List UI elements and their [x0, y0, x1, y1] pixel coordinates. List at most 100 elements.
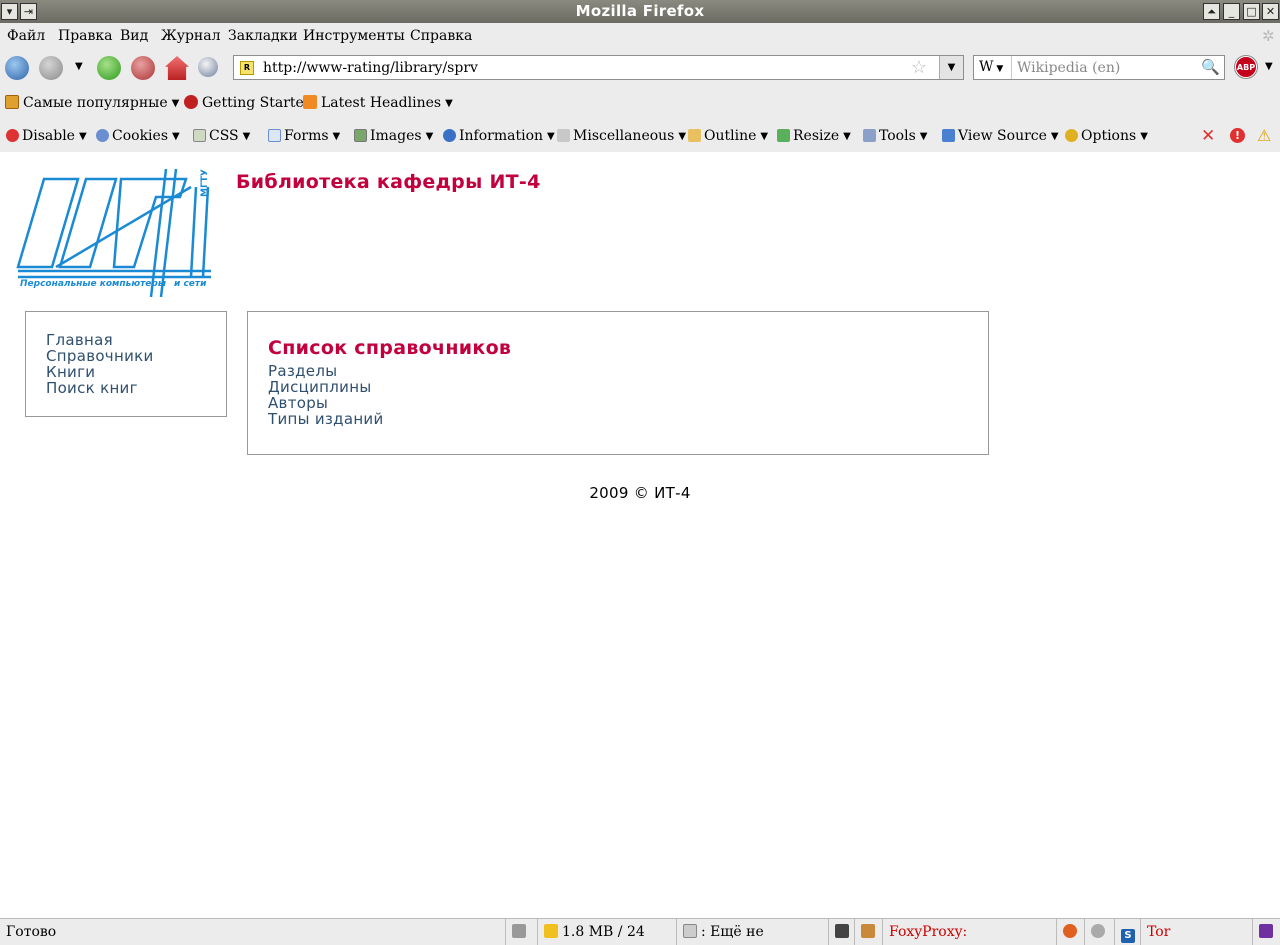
site-logo[interactable]: Персональные компьютеры и сети МГТУ	[16, 167, 216, 299]
search-icon[interactable]: 🔍	[1201, 58, 1220, 76]
outline-icon	[688, 129, 701, 142]
error-icon[interactable]: !	[1230, 128, 1245, 143]
wd-css[interactable]: CSS ▼	[193, 128, 250, 144]
options-icon	[1065, 129, 1078, 142]
status-icon-6[interactable]	[1252, 919, 1280, 945]
web-developer-toolbar: Disable ▼ Cookies ▼ CSS ▼ Forms ▼ Images ▼ In…	[0, 119, 1280, 152]
url-bar[interactable]: R http://www-rating/library/sprv ☆ ▼	[233, 55, 964, 80]
status-addon-icon[interactable]	[505, 919, 537, 945]
menu-tools[interactable]: Инструменты	[303, 28, 405, 44]
wd-forms[interactable]: Forms ▼	[268, 128, 340, 144]
warning-icon[interactable]: ⚠	[1257, 126, 1271, 145]
wd-resize[interactable]: Resize ▼	[777, 128, 851, 144]
bookmark-most-visited[interactable]: Самые популярные ▼	[5, 95, 179, 111]
adblock-dropdown-icon[interactable]: ▼	[1265, 61, 1273, 72]
disable-icon	[6, 129, 19, 142]
link-authors[interactable]: Авторы	[268, 395, 988, 411]
wd-cookies[interactable]: Cookies ▼	[96, 128, 180, 144]
nav-link-books[interactable]: Книги	[46, 364, 226, 380]
bookmarks-toolbar: Самые популярные ▼ Getting Started Latest…	[0, 87, 1280, 119]
search-engine-selector[interactable]: W ▼	[974, 56, 1012, 79]
foxyproxy-status[interactable]: FoxyProxy: Отключено	[882, 919, 1056, 945]
bookmark-latest-headlines[interactable]: Latest Headlines ▼	[303, 95, 453, 111]
information-icon	[443, 129, 456, 142]
wd-options[interactable]: Options ▼	[1065, 128, 1148, 144]
stop-icon[interactable]	[131, 56, 155, 80]
menu-view[interactable]: Вид	[120, 28, 148, 44]
wd-miscellaneous[interactable]: Miscellaneous ▼	[557, 128, 686, 144]
home-icon[interactable]	[165, 56, 189, 80]
page-content: Персональные компьютеры и сети МГТУ Библ…	[0, 152, 1280, 918]
noscript-icon	[1063, 924, 1077, 938]
logo-side-text: МГТУ	[200, 169, 210, 197]
wd-tools[interactable]: Tools ▼	[863, 128, 927, 144]
status-text: Готово	[6, 924, 57, 940]
wd-view-source[interactable]: View Source ▼	[942, 128, 1059, 144]
nav-link-book-search[interactable]: Поиск книг	[46, 380, 226, 396]
minimize-icon[interactable]: _	[1223, 3, 1240, 20]
menu-file[interactable]: Файл	[7, 28, 45, 44]
adblock-icon[interactable]: ABP	[1235, 56, 1257, 78]
status-icon-3[interactable]	[1056, 919, 1084, 945]
lightning-icon	[544, 924, 558, 938]
maximize-icon[interactable]: □	[1243, 3, 1260, 20]
status-icon-1[interactable]	[828, 919, 854, 945]
menu-edit[interactable]: Правка	[58, 28, 113, 44]
menu-bookmarks[interactable]: Закладки	[228, 28, 298, 44]
bookmark-getting-started[interactable]: Getting Started	[184, 95, 313, 111]
wd-disable[interactable]: Disable ▼	[6, 128, 87, 144]
url-text[interactable]: http://www-rating/library/sprv	[263, 60, 478, 76]
wd-outline[interactable]: Outline ▼	[688, 128, 768, 144]
close-toolbar-icon[interactable]: ✕	[1201, 126, 1215, 146]
navigation-toolbar: ▼ R http://www-rating/library/sprv ☆ ▼ W…	[0, 49, 1280, 87]
status-icon-5[interactable]: S	[1114, 919, 1140, 945]
nav-link-home[interactable]: Главная	[46, 332, 226, 348]
left-navigation: Главная Справочники Книги Поиск книг	[25, 311, 227, 417]
history-dropdown-icon[interactable]: ▼	[75, 61, 83, 72]
reload-icon[interactable]	[97, 56, 121, 80]
cylinder-icon	[683, 924, 697, 938]
camera-icon	[835, 924, 849, 938]
page-footer: 2009 © ИТ-4	[589, 484, 691, 502]
forms-icon	[268, 129, 281, 142]
site-favicon-icon: R	[240, 61, 254, 75]
firefox-icon	[184, 95, 198, 109]
folder-icon	[5, 95, 19, 109]
link-publication-types[interactable]: Типы изданий	[268, 411, 988, 427]
status-icon-4[interactable]	[1084, 919, 1114, 945]
wd-images[interactable]: Images ▼	[354, 128, 433, 144]
throbber-icon: ✲	[1262, 27, 1275, 45]
logo-caption-left: Персональные компьютеры	[20, 279, 166, 289]
resize-icon	[777, 129, 790, 142]
lock-icon	[512, 924, 526, 938]
status-icon-2[interactable]	[854, 919, 882, 945]
miscellaneous-icon	[557, 129, 570, 142]
link-disciplines[interactable]: Дисциплины	[268, 379, 988, 395]
status-bar: Готово 1.8 MB / 24 MB : Ещё не загружен …	[0, 918, 1280, 945]
cookies-icon	[96, 129, 109, 142]
wikipedia-icon: W	[979, 59, 994, 75]
nav-link-references[interactable]: Справочники	[46, 348, 226, 364]
tools-icon	[863, 129, 876, 142]
bookmark-star-icon[interactable]: ☆	[911, 57, 927, 78]
menu-history[interactable]: Журнал	[161, 28, 221, 44]
logo-caption-right: и сети	[174, 279, 207, 289]
url-dropdown-icon[interactable]: ▼	[939, 56, 963, 79]
memory-indicator[interactable]: 1.8 MB / 24 MB	[537, 919, 676, 945]
link-sections[interactable]: Разделы	[268, 363, 988, 379]
bug-icon	[861, 924, 875, 938]
s-icon: S	[1121, 929, 1135, 943]
close-icon[interactable]: ✕	[1262, 3, 1279, 20]
forward-icon[interactable]	[39, 56, 63, 80]
cache-status[interactable]: : Ещё не загружен	[676, 919, 828, 945]
menu-help[interactable]: Справка	[410, 28, 472, 44]
back-icon[interactable]	[5, 56, 29, 80]
window-titlebar: ▾ ⇥ Mozilla Firefox ⏶ _ □ ✕	[0, 0, 1280, 23]
wd-information[interactable]: Information ▼	[443, 128, 555, 144]
zoom-icon[interactable]	[198, 57, 218, 77]
main-panel: Список справочников Разделы Дисциплины А…	[247, 311, 989, 455]
gear-icon	[1091, 924, 1105, 938]
shade-up-icon[interactable]: ⏶	[1203, 3, 1220, 20]
tor-status[interactable]: Tor отключен	[1140, 919, 1252, 945]
search-bar[interactable]: W ▼ Wikipedia (en) 🔍	[973, 55, 1225, 80]
